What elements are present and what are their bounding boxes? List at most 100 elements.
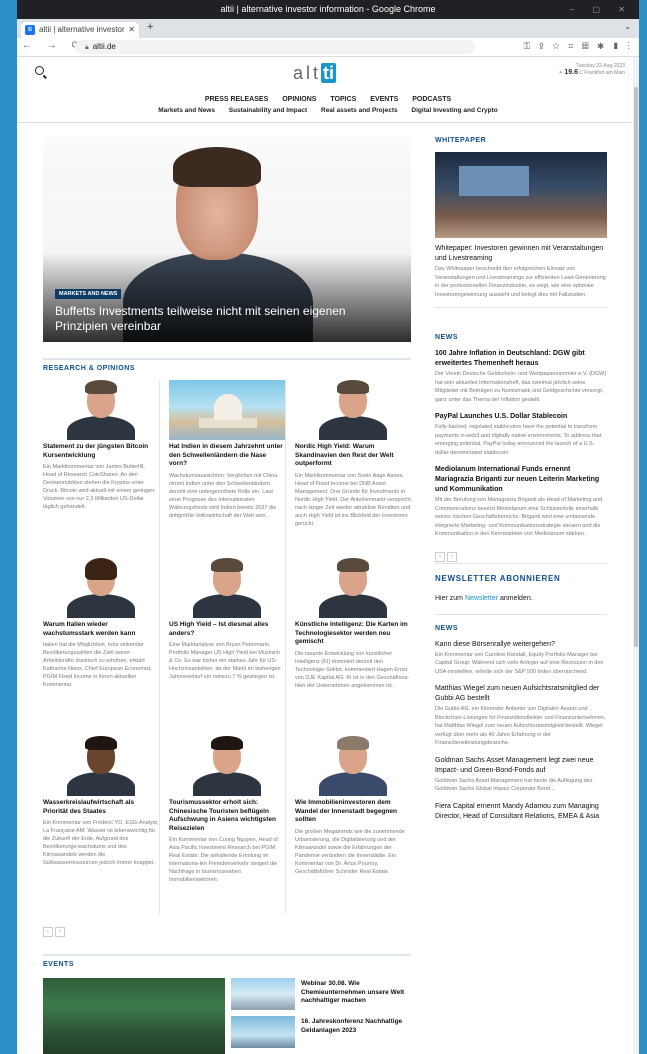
tab-search-chevron-icon[interactable]: ⌄ — [624, 22, 631, 31]
whitepaper-image-screen — [459, 166, 529, 196]
person-body — [193, 594, 261, 618]
city: Frankfurt am Main — [584, 70, 625, 76]
research-grid: Statement zu der jüngsten Bitcoin Kursen… — [43, 380, 412, 914]
scrollbar-thumb[interactable] — [634, 87, 638, 647]
extension-icons[interactable]: ⚿ ⇪ ☆ ⌗ ▦ ✱ ▮ ⋮ — [524, 41, 634, 52]
news-headline[interactable]: Mediolanum International Funds ernennt M… — [435, 465, 607, 495]
person-hair — [85, 736, 117, 750]
event-title[interactable]: 16. Jahreskonferenz Nachhaltige Geldanla… — [301, 1018, 411, 1035]
news-headline[interactable]: PayPal Launches U.S. Dollar Stablecoin — [435, 412, 607, 422]
whitepaper-headline[interactable]: Whitepaper: Investoren gewinnen mit Vera… — [435, 244, 607, 264]
research-card[interactable]: Statement zu der jüngsten Bitcoin Kursen… — [43, 380, 160, 558]
hero-category-badge[interactable]: MARKETS AND NEWS — [55, 289, 122, 299]
web-page: alt ti Tuesday 22-Aug-2023 ☀ 19.6 C Frank… — [17, 57, 639, 1054]
hero-person-hair — [173, 147, 261, 187]
event-item[interactable]: Webinar 30.08. Wie Chemieunternehmen uns… — [231, 978, 411, 1010]
card-title[interactable]: Tourismussektor erholt sich: Chinesische… — [169, 799, 285, 833]
research-pager: ‹ › — [43, 920, 411, 937]
event-thumbnail — [231, 978, 295, 1010]
event-item[interactable]: 16. Jahreskonferenz Nachhaltige Geldanla… — [231, 1016, 411, 1048]
lock-icon: 🔒︎ — [85, 44, 89, 51]
person-body — [319, 594, 387, 618]
research-card[interactable]: US High Yield – Ist diesmal alles anders… — [169, 558, 286, 736]
event-title[interactable]: Webinar 30.08. Wie Chemieunternehmen uns… — [301, 980, 411, 1006]
article-thumbnail — [295, 380, 412, 440]
hero-article[interactable]: MARKETS AND NEWS Buffetts Investments te… — [43, 137, 411, 342]
article-thumbnail — [169, 380, 285, 440]
events-section-title: EVENTS — [43, 954, 411, 968]
article-thumbnail — [43, 736, 159, 796]
news-headline[interactable]: 100 Jahre Inflation in Deutschland: DGW … — [435, 349, 607, 369]
article-thumbnail — [43, 380, 159, 440]
research-section-title: RESEARCH & OPINIONS — [43, 358, 411, 372]
logo-mark: ti — [321, 63, 337, 83]
nav-topics[interactable]: TOPICS — [330, 96, 356, 103]
nav-podcasts[interactable]: PODCASTS — [412, 96, 451, 103]
url-field[interactable]: 🔒︎ altii.de — [75, 40, 475, 54]
window-controls[interactable]: – ▢ ✕ — [570, 0, 633, 19]
card-text: Ein Kommentar von Cuong Nguyen, Head of … — [169, 837, 278, 883]
site-logo[interactable]: alt ti — [293, 63, 337, 84]
subnav-markets[interactable]: Markets and News — [158, 107, 215, 114]
nav-events[interactable]: EVENTS — [370, 96, 398, 103]
browser-tab[interactable]: ti altii | alternative investor ✕ — [21, 22, 139, 38]
sub-nav: Markets and News Sustainability and Impa… — [17, 107, 639, 123]
card-title[interactable]: Nordic High Yield: Warum Skandinavien de… — [295, 443, 412, 469]
person-body — [193, 772, 261, 796]
card-text: Die rasante Entwicklung von künstlicher … — [295, 650, 410, 689]
nav-opinions[interactable]: OPINIONS — [282, 96, 316, 103]
whitepaper-image[interactable] — [435, 152, 607, 238]
prev-page-button[interactable]: ‹ — [435, 551, 445, 562]
person-hair — [85, 558, 117, 580]
research-card[interactable]: Wasserkreislaufwirtschaft als Priorität … — [43, 736, 160, 914]
news-headline[interactable]: Kann diese Börsenrallye weitergehen? — [435, 640, 607, 650]
card-title[interactable]: Künstliche Intelligenz: Die Karten im Te… — [295, 621, 412, 647]
news-text: Mit der Berufung von Mariagrazia Brigant… — [435, 497, 603, 537]
subnav-real-assets[interactable]: Real assets and Projects — [321, 107, 398, 114]
card-title[interactable]: Warum Italien wieder wachstumsstark werd… — [43, 621, 159, 638]
temperature: 19.6 — [564, 69, 579, 76]
newsletter-link[interactable]: Newsletter — [465, 595, 498, 602]
browser-window: altii | alternative investor information… — [17, 0, 639, 1054]
card-title[interactable]: US High Yield – Ist diesmal alles anders… — [169, 621, 285, 638]
search-icon[interactable] — [35, 66, 44, 75]
newsletter-text: Hier zum Newsletter anmelden. — [435, 595, 607, 602]
next-page-button[interactable]: › — [55, 927, 65, 937]
page-scrollbar[interactable] — [633, 57, 639, 1054]
research-card[interactable]: Tourismussektor erholt sich: Chinesische… — [169, 736, 286, 914]
research-card[interactable]: Künstliche Intelligenz: Die Karten im Te… — [295, 558, 412, 736]
card-text: Die großen Megatrends wie die zunehmende… — [295, 828, 405, 875]
news-text: Fully-backed, regulated stablecoins have… — [435, 424, 602, 456]
card-title[interactable]: Wasserkreislaufwirtschaft als Priorität … — [43, 799, 159, 816]
person-body — [67, 416, 135, 440]
research-card[interactable]: Wie Immobilieninvestoren dem Wandel der … — [295, 736, 412, 914]
research-card[interactable]: Nordic High Yield: Warum Skandinavien de… — [295, 380, 412, 558]
new-tab-button[interactable]: + — [147, 21, 153, 33]
prev-page-button[interactable]: ‹ — [43, 927, 53, 937]
weather-widget: Tuesday 22-Aug-2023 ☀ 19.6 C Frankfurt a… — [559, 63, 625, 76]
card-title[interactable]: Hat Indien in diesem Jahrzehnt unter den… — [169, 443, 285, 469]
news-headline[interactable]: Fiera Capital ernennt Mandy Adamou zum M… — [435, 802, 607, 822]
nav-press-releases[interactable]: PRESS RELEASES — [205, 96, 268, 103]
event-thumbnail — [231, 1016, 295, 1048]
card-text: Eine Marktanalyse von Bryan Petermann, P… — [169, 642, 281, 680]
research-card[interactable]: Warum Italien wieder wachstumsstark werd… — [43, 558, 160, 736]
card-title[interactable]: Wie Immobilieninvestoren dem Wandel der … — [295, 799, 412, 825]
subnav-digital[interactable]: Digital Investing and Crypto — [411, 107, 497, 114]
news-text: Ein Kommentar von Caroline Randall, Equi… — [435, 651, 604, 675]
card-text: Italien hat die Möglichkeit, trotz sinke… — [43, 642, 152, 688]
news-headline[interactable]: Goldman Sachs Asset Management legt zwei… — [435, 756, 607, 776]
events-feature-image[interactable] — [43, 978, 225, 1054]
news-headline[interactable]: Matthias Wiegel zum neuen Aufsichtsratsm… — [435, 684, 607, 704]
subnav-sustainability[interactable]: Sustainability and Impact — [229, 107, 307, 114]
address-bar: ← → ⟳ 🔒︎ altii.de ⚿ ⇪ ☆ ⌗ ▦ ✱ ▮ ⋮ — [17, 38, 639, 57]
sun-icon: ☀ — [558, 70, 563, 76]
divider — [435, 613, 607, 615]
next-page-button[interactable]: › — [447, 551, 457, 562]
person-hair — [85, 380, 117, 394]
research-card[interactable]: Hat Indien in diesem Jahrzehnt unter den… — [169, 380, 286, 558]
card-title[interactable]: Statement zu der jüngsten Bitcoin Kursen… — [43, 443, 159, 460]
close-tab-icon[interactable]: ✕ — [128, 22, 135, 38]
logo-text: alt — [293, 63, 322, 83]
hero-headline[interactable]: Buffetts Investments teilweise nicht mit… — [55, 304, 395, 334]
